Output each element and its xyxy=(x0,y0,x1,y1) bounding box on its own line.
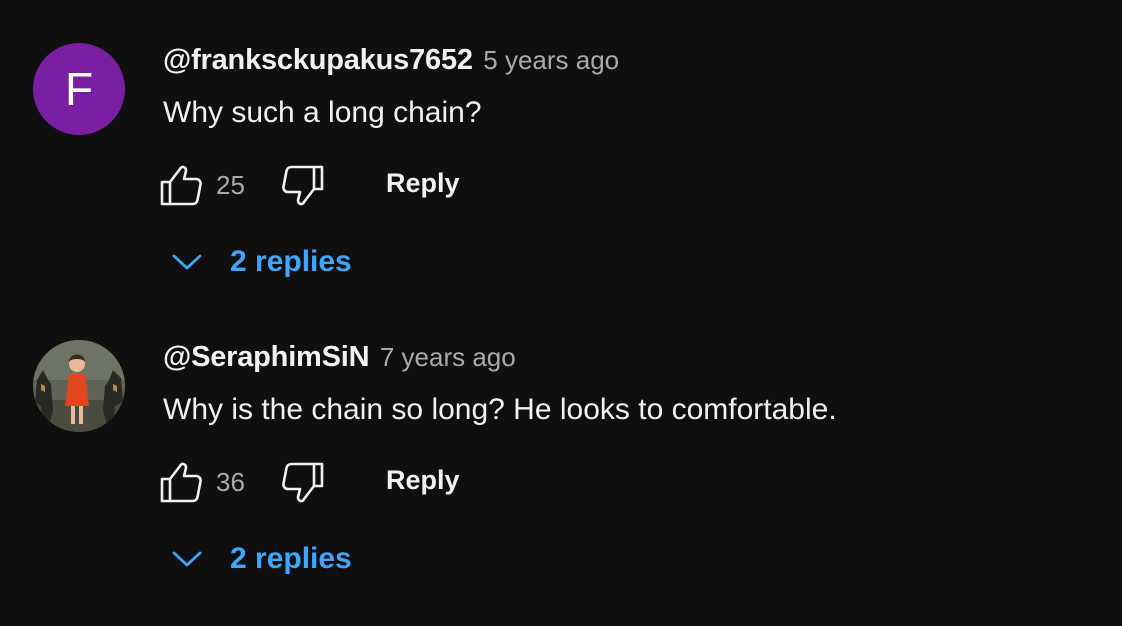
chevron-down-icon xyxy=(172,254,202,270)
replies-count-label: 2 replies xyxy=(230,542,352,575)
like-count: 25 xyxy=(216,170,245,200)
comment-header: @SeraphimSiN 7 years ago xyxy=(163,341,516,374)
replies-count-label: 2 replies xyxy=(230,245,352,278)
thumbs-down-icon xyxy=(282,165,324,206)
thumbs-up-icon xyxy=(160,462,202,503)
thumbs-down-icon xyxy=(282,462,324,503)
view-replies-button[interactable]: 2 replies xyxy=(170,537,352,581)
comment-header: @franksckupakus7652 5 years ago xyxy=(163,44,619,77)
like-button[interactable] xyxy=(158,163,204,207)
chevron-down-icon xyxy=(172,551,202,567)
avatar-letter: F xyxy=(64,63,94,115)
comment-text: Why is the chain so long? He looks to co… xyxy=(163,393,837,426)
reply-button[interactable]: Reply xyxy=(386,168,460,199)
dislike-button[interactable] xyxy=(280,460,326,504)
comment-actions: 25 Reply xyxy=(158,163,558,207)
thumbs-up-icon xyxy=(160,165,202,206)
avatar[interactable] xyxy=(33,340,125,432)
comment-time[interactable]: 5 years ago xyxy=(483,45,619,75)
dislike-button[interactable] xyxy=(280,163,326,207)
view-replies-button[interactable]: 2 replies xyxy=(170,240,352,284)
comment-text: Why such a long chain? xyxy=(163,96,482,129)
like-button[interactable] xyxy=(158,460,204,504)
avatar[interactable]: F xyxy=(33,43,125,135)
comment-time[interactable]: 7 years ago xyxy=(380,342,516,372)
photo-avatar-image xyxy=(33,340,125,432)
reply-button[interactable]: Reply xyxy=(386,465,460,496)
comment-author[interactable]: @franksckupakus7652 xyxy=(163,44,473,76)
comment-author[interactable]: @SeraphimSiN xyxy=(163,341,370,373)
comment-actions: 36 Reply xyxy=(158,460,558,504)
like-count: 36 xyxy=(216,467,245,497)
